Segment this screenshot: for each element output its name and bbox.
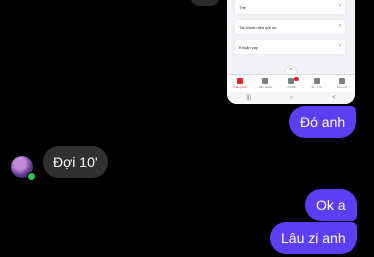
shared-screenshot-image[interactable]: Thẻ › Tài khoản tiền gửi số › Khoản vay … xyxy=(227,0,355,104)
screenshot-row-loan: Khoản vay › xyxy=(235,40,345,54)
screenshot-android-nav: ||| ○ < xyxy=(227,92,355,104)
screenshot-row-card: Thẻ › xyxy=(235,0,345,14)
screenshot-row-label: Thẻ xyxy=(239,4,246,10)
screenshot-row-label: Tài khoản tiền gửi số xyxy=(239,24,277,30)
screenshot-tab-bar: Trang chủ Sản phẩm Ưu đãi Đi - Tới Tiện … xyxy=(227,74,355,92)
sent-message[interactable]: Ok a xyxy=(305,189,357,221)
grid-icon xyxy=(339,78,346,84)
recent-apps-icon: ||| xyxy=(246,95,252,101)
screenshot-tab-products: Sản phẩm xyxy=(256,78,274,89)
wallet-icon xyxy=(262,78,269,84)
screenshot-tab-home: Trang chủ xyxy=(231,78,249,89)
home-icon xyxy=(236,78,243,84)
home-circle-icon: ○ xyxy=(289,95,294,101)
screenshot-tab-transfer: Đi - Tới xyxy=(308,78,326,89)
chevron-right-icon: › xyxy=(339,3,341,9)
screenshot-tab-utilities: Tiện ích xyxy=(333,78,351,89)
notification-badge xyxy=(294,77,299,81)
previous-message-bubble[interactable] xyxy=(190,0,220,6)
card-icon xyxy=(313,78,320,84)
screenshot-row-deposit: Tài khoản tiền gửi số › xyxy=(235,20,345,34)
chevron-right-icon: › xyxy=(339,43,341,49)
screenshot-row-label: Khoản vay xyxy=(239,44,258,50)
back-icon: < xyxy=(332,95,336,101)
received-message[interactable]: Đợi 10' xyxy=(43,146,108,178)
online-status-dot xyxy=(27,172,36,181)
sent-message[interactable]: Đó anh xyxy=(289,106,357,138)
chevron-right-icon: › xyxy=(339,23,341,29)
sent-message[interactable]: Lâu zi anh xyxy=(270,222,357,254)
chat-thread: Thẻ › Tài khoản tiền gửi số › Khoản vay … xyxy=(0,0,374,257)
